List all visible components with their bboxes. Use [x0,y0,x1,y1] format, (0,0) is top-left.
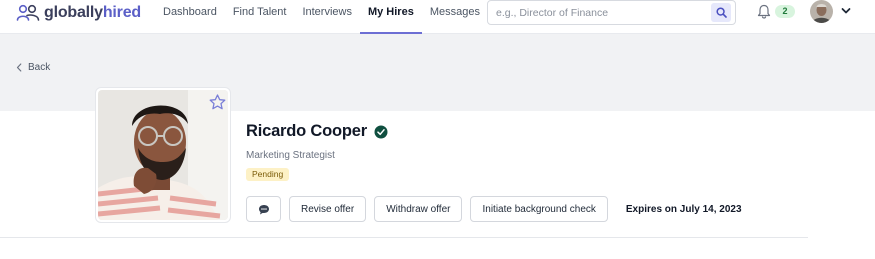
candidate-title: Marketing Strategist [246,150,335,161]
revise-offer-button[interactable]: Revise offer [289,196,367,222]
search-box [487,0,736,25]
candidate-name-row: Ricardo Cooper [246,122,388,141]
chevron-left-icon [16,63,22,72]
notification-count-badge: 2 [775,5,795,18]
nav-my-hires[interactable]: My Hires [359,0,422,34]
verified-badge-icon [374,125,388,138]
initiate-background-check-button[interactable]: Initiate background check [470,196,608,222]
chevron-down-icon[interactable] [841,7,851,15]
candidate-name: Ricardo Cooper [246,122,367,140]
search-button[interactable] [711,3,731,22]
message-button[interactable] [246,196,281,222]
nav-find-talent[interactable]: Find Talent [225,0,295,34]
status-badge: Pending [246,168,290,181]
chat-bubble-icon [258,204,269,214]
nav-messages[interactable]: Messages [422,0,488,34]
brand-name-part2: hired [102,4,141,21]
search-input[interactable] [496,4,696,22]
avatar-image [810,0,833,23]
search-icon [715,7,727,18]
people-logo-icon [16,4,40,21]
top-navbar: globallyhired Dashboard Find Talent Inte… [0,0,875,34]
brand-logo[interactable]: globallyhired [16,4,141,22]
offer-expiry: Expires on July 14, 2023 [625,203,742,215]
nav-interviews[interactable]: Interviews [294,0,360,34]
section-divider [0,237,808,238]
offer-actions: Revise offer Withdraw offer Initiate bac… [246,196,742,222]
back-link[interactable]: Back [16,62,50,73]
back-label: Back [28,62,51,73]
brand-name: globallyhired [44,4,141,22]
withdraw-offer-button[interactable]: Withdraw offer [374,196,463,222]
brand-name-part1: globally [44,4,103,21]
bell-icon[interactable] [757,4,771,20]
main-nav: Dashboard Find Talent Interviews My Hire… [155,0,488,34]
star-icon[interactable] [209,94,226,110]
nav-dashboard[interactable]: Dashboard [155,0,225,34]
user-avatar[interactable] [810,0,833,23]
